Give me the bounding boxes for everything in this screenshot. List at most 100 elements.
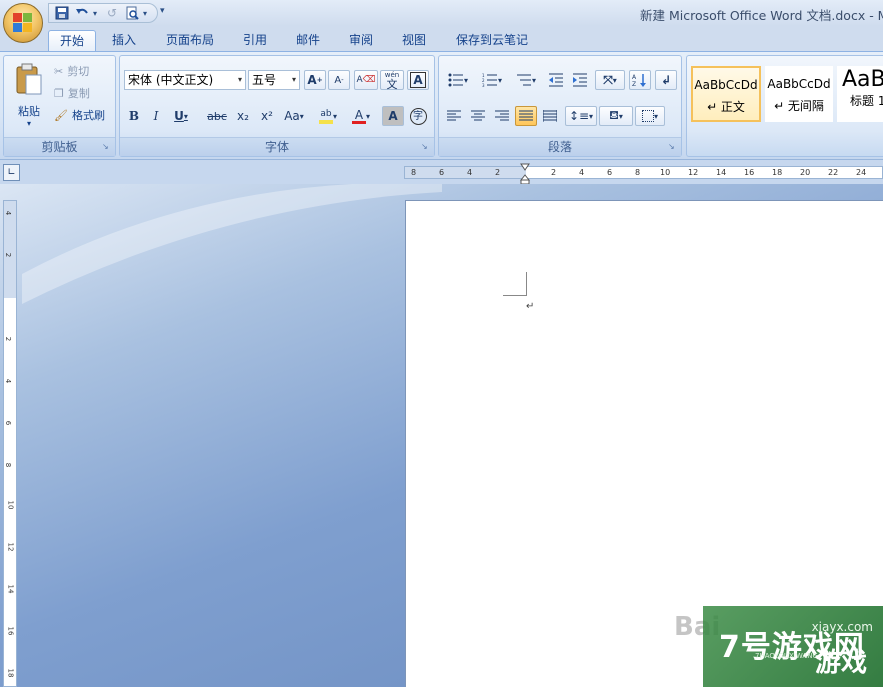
tab-home[interactable]: 开始 — [48, 30, 96, 52]
svg-text:Z: Z — [632, 81, 636, 87]
vruler-tick: 4 — [4, 210, 13, 216]
paint-bucket-icon: ⛾ — [609, 108, 619, 122]
font-color-bar — [351, 120, 366, 124]
ruler-tick: 24 — [856, 168, 867, 177]
shrink-font-button[interactable]: A- — [328, 70, 350, 90]
style-heading-1[interactable]: AaB 标题 1 — [837, 66, 883, 122]
cut-button[interactable]: ✂ 剪切 — [54, 63, 89, 79]
enclose-char-button[interactable]: 字 — [407, 106, 429, 126]
chevron-down-icon: ▾ — [291, 75, 296, 84]
font-color-button[interactable]: A ▾ — [346, 106, 376, 126]
redo-icon[interactable]: ↺ — [103, 5, 121, 21]
save-icon[interactable] — [53, 5, 71, 21]
font-color-label: A — [354, 107, 364, 122]
chevron-down-icon: ▾ — [183, 111, 188, 121]
chevron-down-icon: ▾ — [653, 111, 658, 121]
multilevel-list-button[interactable]: ▾ — [511, 70, 541, 90]
distributed-button[interactable] — [539, 106, 561, 126]
underline-button[interactable]: U ▾ — [170, 106, 192, 126]
sort-button[interactable]: AZ — [629, 70, 651, 90]
ruler-tick: 6 — [607, 168, 613, 177]
vruler-tick: 8 — [4, 462, 13, 468]
indent-marker-icon[interactable] — [520, 163, 530, 185]
chinese-layout-button[interactable]: ⤧ ▾ — [595, 70, 625, 90]
undo-icon[interactable] — [73, 5, 91, 21]
style-no-spacing[interactable]: AaBbCcDd ↵ 无间隔 — [765, 66, 833, 122]
chevron-down-icon: ▾ — [531, 75, 536, 85]
customize-icon[interactable]: ▾ — [160, 6, 165, 16]
increase-indent-button[interactable] — [569, 70, 591, 90]
grow-font-button[interactable]: A + — [304, 70, 326, 90]
bullets-button[interactable]: ▾ — [443, 70, 473, 90]
align-center-button[interactable] — [467, 106, 489, 126]
site-watermark-logo: 7号游戏网 xiayx.com 7HAOYOUXIWANG 游戏 — [703, 606, 883, 687]
align-right-button[interactable] — [491, 106, 513, 126]
tab-view[interactable]: 视图 — [395, 30, 433, 52]
borders-button[interactable]: ▾ — [635, 106, 665, 126]
text-highlight-button[interactable]: ab ▾ — [312, 106, 344, 126]
ruler-tick: 8 — [411, 168, 417, 177]
tab-insert[interactable]: 插入 — [104, 30, 144, 52]
window-title: 新建 Microsoft Office Word 文档.docx - M — [640, 8, 883, 23]
vertical-ruler[interactable]: 4 2 2 4 6 8 10 12 14 16 18 — [3, 200, 17, 687]
paragraph-group-label: 段落 — [439, 137, 681, 156]
paragraph-mark-icon: ↲ — [660, 73, 672, 87]
strikethrough-button[interactable]: abc — [204, 106, 230, 126]
font-name-select[interactable]: 宋体 (中文正文) ▾ — [124, 70, 246, 90]
line-spacing-button[interactable]: ↕≡ ▾ — [565, 106, 597, 126]
phonetic-char-icon: 文 — [386, 78, 398, 91]
decrease-indent-button[interactable] — [545, 70, 567, 90]
copy-label: 复制 — [67, 87, 90, 100]
tab-selector-icon[interactable]: ∟ — [3, 164, 20, 181]
horizontal-ruler[interactable]: 8 6 4 2 2 4 6 8 10 12 14 16 18 20 22 24 — [404, 166, 883, 179]
show-marks-button[interactable]: ↲ — [655, 70, 677, 90]
subscript-button[interactable]: x₂ — [232, 106, 254, 126]
paragraph-launcher-icon[interactable]: ↘ — [668, 143, 677, 152]
font-size-value: 五号 — [252, 73, 277, 87]
vruler-tick: 2 — [4, 336, 13, 342]
decrease-indent-icon — [549, 73, 563, 87]
tab-page-layout[interactable]: 页面布局 — [158, 30, 222, 52]
superscript-button[interactable]: x² — [256, 106, 278, 126]
bold-button[interactable]: B — [124, 106, 144, 126]
phonetic-guide-button[interactable]: wén 文 — [380, 70, 404, 90]
style-no-spacing-name: ↵ 无间隔 — [774, 99, 824, 113]
paste-icon — [16, 63, 42, 94]
change-case-icon: Aa — [284, 109, 300, 123]
clear-format-button[interactable]: A ⌫ — [354, 70, 378, 90]
shrink-font-icon: A — [334, 74, 342, 86]
char-border-button[interactable]: A — [407, 70, 429, 90]
line-spacing-icon: ↕≡ — [568, 109, 590, 123]
preview-dropdown-icon[interactable]: ▾ — [143, 9, 151, 18]
char-border-icon: A — [410, 72, 426, 88]
print-preview-icon[interactable] — [123, 5, 141, 21]
char-shading-button[interactable]: A — [382, 106, 404, 126]
style-normal[interactable]: AaBbCcDd ↵ 正文 — [691, 66, 761, 122]
numbering-button[interactable]: 1 2 3 ▾ — [477, 70, 507, 90]
scissors-icon: ✂ — [54, 64, 64, 78]
svg-text:A: A — [632, 74, 637, 81]
justify-button[interactable] — [515, 106, 537, 126]
tab-mailings[interactable]: 邮件 — [289, 30, 327, 52]
paste-button[interactable]: 粘贴 ▾ — [9, 60, 49, 130]
watermark-sub-text: 7HAOYOUXIWANG — [755, 652, 818, 660]
font-size-select[interactable]: 五号 ▾ — [248, 70, 300, 90]
format-painter-button[interactable]: 🖌 格式刷 — [54, 107, 105, 123]
copy-button[interactable]: ❐ 复制 — [54, 85, 90, 101]
clipboard-launcher-icon[interactable]: ↘ — [102, 143, 111, 152]
office-button[interactable] — [3, 3, 43, 43]
tab-references[interactable]: 引用 — [236, 30, 274, 52]
office-logo-icon — [13, 13, 33, 33]
tab-save-to-cloud-notes[interactable]: 保存到云笔记 — [448, 30, 536, 52]
font-launcher-icon[interactable]: ↘ — [421, 143, 430, 152]
tab-review[interactable]: 审阅 — [342, 30, 380, 52]
ruler-tick: 8 — [635, 168, 641, 177]
undo-dropdown-icon[interactable]: ▾ — [93, 9, 101, 18]
italic-button[interactable]: I — [146, 106, 166, 126]
change-case-button[interactable]: Aa ▾ — [280, 106, 308, 126]
watermark-site-text: xiayx.com — [811, 620, 873, 634]
styles-group: AaBbCcDd ↵ 正文 AaBbCcDd ↵ 无间隔 AaB 标题 1 — [686, 55, 883, 157]
align-left-button[interactable] — [443, 106, 465, 126]
shading-button[interactable]: ⛾ ▾ — [599, 106, 633, 126]
highlight-label: ab — [320, 108, 332, 119]
